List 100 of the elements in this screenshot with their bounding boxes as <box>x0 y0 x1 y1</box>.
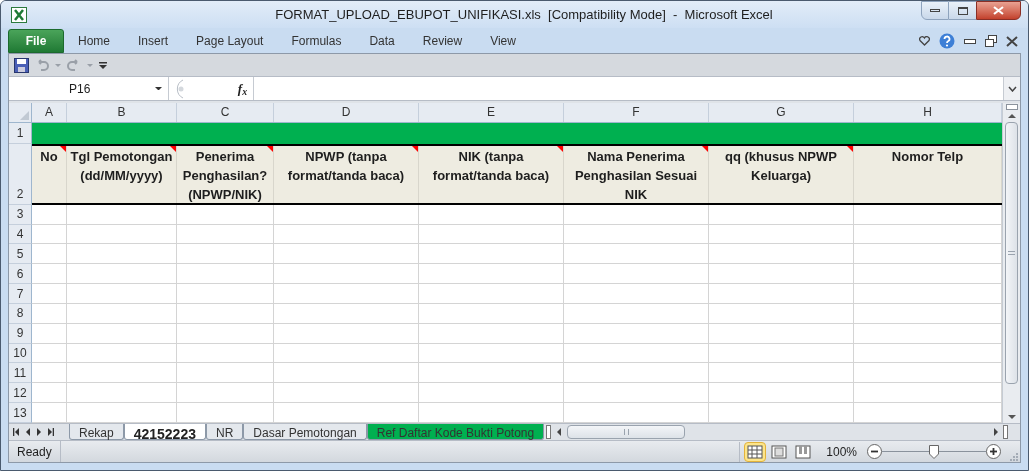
spreadsheet-cell[interactable] <box>709 224 854 245</box>
zoom-slider-thumb[interactable] <box>929 444 939 459</box>
help-icon[interactable] <box>939 33 955 49</box>
heart-icon[interactable] <box>919 36 930 46</box>
spreadsheet-cell[interactable] <box>709 323 854 344</box>
horizontal-scrollbar-thumb[interactable] <box>567 425 686 439</box>
row-header[interactable]: 11 <box>9 363 32 384</box>
spreadsheet-cell[interactable] <box>67 244 177 265</box>
ribbon-tab[interactable]: Review <box>408 29 477 53</box>
dropdown-icon[interactable] <box>155 86 162 91</box>
spreadsheet-cell[interactable] <box>419 343 564 364</box>
sheet-tab[interactable]: Rekap <box>69 424 124 440</box>
spreadsheet-cell[interactable] <box>32 284 67 304</box>
spreadsheet-cell[interactable] <box>419 403 564 423</box>
spreadsheet-cell[interactable] <box>32 403 67 423</box>
redo-dropdown-icon[interactable] <box>87 63 93 67</box>
ribbon-tab[interactable]: Data <box>355 29 409 53</box>
split-box[interactable] <box>1005 104 1018 110</box>
ribbon-tab[interactable]: Page Layout <box>182 29 278 53</box>
row-header[interactable]: 1 <box>9 122 32 144</box>
minimize-icon[interactable] <box>964 38 976 44</box>
customize-toolbar-icon[interactable] <box>99 61 107 69</box>
spreadsheet-cell[interactable] <box>177 323 274 344</box>
spreadsheet-cell[interactable] <box>564 204 709 225</box>
scroll-splitter[interactable] <box>1003 425 1008 439</box>
column-header[interactable]: E <box>419 103 564 122</box>
spreadsheet-cell[interactable] <box>67 343 177 364</box>
tab-splitter[interactable] <box>546 425 552 439</box>
scroll-right-icon[interactable] <box>994 428 998 436</box>
spreadsheet-cell[interactable] <box>177 224 274 245</box>
column-header[interactable]: D <box>274 103 419 122</box>
name-box[interactable]: P16 <box>9 77 169 100</box>
scroll-left-icon[interactable] <box>557 428 562 436</box>
column-header[interactable]: A <box>32 103 67 122</box>
spreadsheet-cell[interactable] <box>419 323 564 344</box>
spreadsheet-cell[interactable] <box>419 383 564 404</box>
spreadsheet-cell[interactable] <box>32 204 67 225</box>
expand-icon[interactable] <box>1007 85 1017 92</box>
insert-function-button[interactable]: f$_{x}$ <box>237 78 247 99</box>
maximize-icon[interactable] <box>957 6 968 15</box>
spreadsheet-cell[interactable] <box>177 403 274 423</box>
sheet-tab[interactable]: Dasar Pemotongan <box>243 424 367 440</box>
spreadsheet-cell[interactable] <box>274 224 419 245</box>
spreadsheet-cell[interactable] <box>274 264 419 285</box>
ribbon-tab[interactable]: Home <box>64 29 124 53</box>
spreadsheet-cell[interactable] <box>709 343 854 364</box>
zoom-level[interactable]: 100% <box>826 442 857 461</box>
spreadsheet-cell[interactable] <box>67 204 177 225</box>
spreadsheet-cell[interactable] <box>67 303 177 324</box>
spreadsheet-cell[interactable] <box>177 284 274 304</box>
spreadsheet-cell[interactable] <box>709 363 854 384</box>
minimize-button[interactable] <box>921 1 949 20</box>
spreadsheet-cell[interactable] <box>419 204 564 225</box>
spreadsheet-cell[interactable] <box>419 244 564 265</box>
spreadsheet-cell[interactable] <box>32 323 67 344</box>
sheet-tab[interactable]: NR <box>206 424 244 440</box>
spreadsheet-cell[interactable] <box>709 244 854 265</box>
minimize-icon[interactable] <box>930 9 940 12</box>
spreadsheet-cell[interactable] <box>274 244 419 265</box>
spreadsheet-cell[interactable] <box>177 343 274 364</box>
ribbon-tab[interactable]: View <box>476 29 530 53</box>
spreadsheet-cell[interactable] <box>564 264 709 285</box>
ribbon-tab[interactable]: Formulas <box>277 29 356 53</box>
spreadsheet-cell[interactable] <box>419 303 564 324</box>
spreadsheet-cell[interactable] <box>564 284 709 304</box>
spreadsheet-cell[interactable] <box>709 204 854 225</box>
zoom-out-icon[interactable] <box>867 444 882 459</box>
close-icon[interactable] <box>1006 35 1018 47</box>
spreadsheet-cell[interactable] <box>709 403 854 423</box>
maximize-button[interactable] <box>949 1 976 20</box>
scrollbar-thumb[interactable] <box>1005 122 1018 384</box>
spreadsheet-cell[interactable] <box>274 343 419 364</box>
spreadsheet-cell[interactable] <box>32 383 67 404</box>
spreadsheet-cell[interactable] <box>274 403 419 423</box>
row-header[interactable]: 5 <box>9 244 32 265</box>
spreadsheet-cell[interactable] <box>67 224 177 245</box>
row-header[interactable]: 7 <box>9 284 32 304</box>
spreadsheet-cell[interactable] <box>177 303 274 324</box>
previous-sheet-icon[interactable] <box>26 428 30 436</box>
spreadsheet-cell[interactable] <box>709 383 854 404</box>
spreadsheet-cell[interactable] <box>67 264 177 285</box>
excel-logo-icon[interactable] <box>11 6 27 23</box>
spreadsheet-cell[interactable] <box>67 383 177 404</box>
spreadsheet-cell[interactable] <box>419 363 564 384</box>
spreadsheet-cell[interactable] <box>564 343 709 364</box>
spreadsheet-cell[interactable] <box>32 303 67 324</box>
spreadsheet-cell[interactable] <box>274 204 419 225</box>
spreadsheet-cell[interactable] <box>274 383 419 404</box>
spreadsheet-cell[interactable] <box>67 323 177 344</box>
undo-icon[interactable] <box>35 59 49 71</box>
spreadsheet-cell[interactable] <box>564 323 709 344</box>
normal-view-button[interactable] <box>744 441 767 462</box>
spreadsheet-cell[interactable] <box>564 224 709 245</box>
close-button[interactable] <box>976 1 1021 20</box>
spreadsheet-cell[interactable] <box>67 284 177 304</box>
scroll-up-icon[interactable] <box>1007 114 1016 118</box>
spreadsheet-cell[interactable] <box>177 244 274 265</box>
spreadsheet-cell[interactable] <box>67 363 177 384</box>
row-header[interactable]: 13 <box>9 403 32 423</box>
column-header[interactable]: C <box>177 103 274 122</box>
